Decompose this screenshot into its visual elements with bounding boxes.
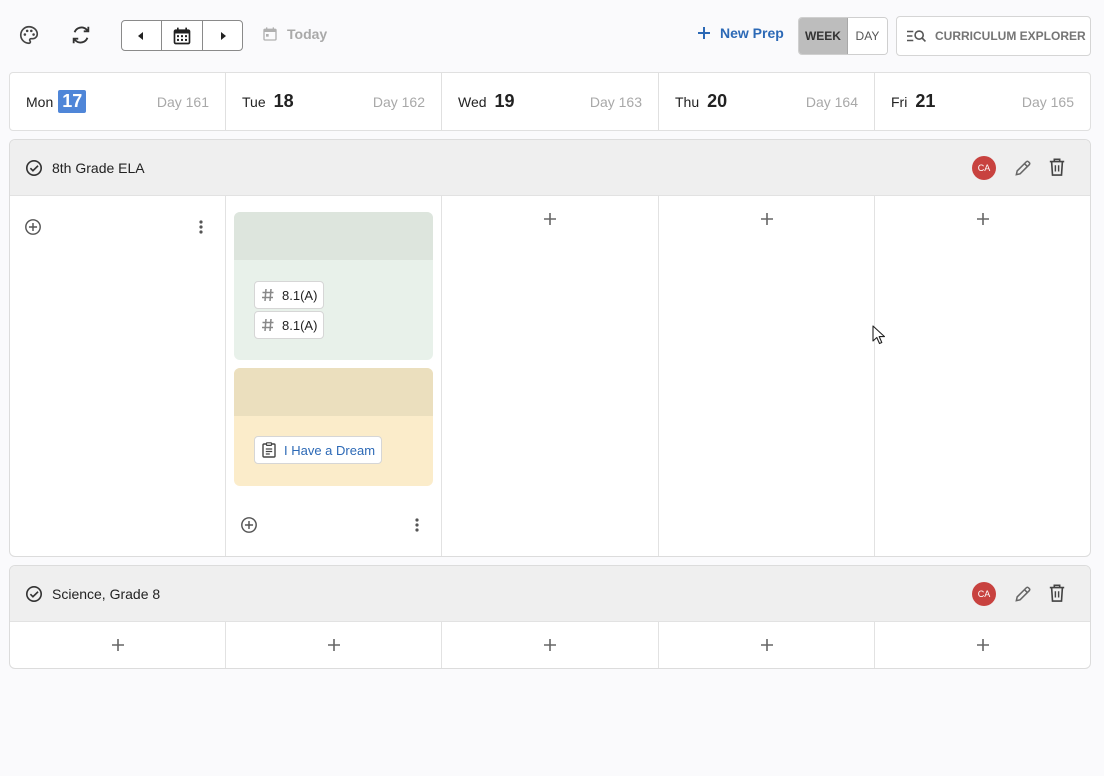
prep-header: 8th Grade ELA CA: [10, 140, 1090, 196]
previous-week-button[interactable]: [122, 21, 161, 50]
add-lesson-icon[interactable]: [760, 212, 774, 226]
prep-section: 8th Grade ELA CA 8.1(A) 8.1(A) I Have a …: [9, 139, 1091, 557]
caret-left-icon: [138, 31, 144, 40]
caret-right-icon: [220, 31, 226, 40]
edit-icon[interactable]: [1013, 584, 1033, 604]
resource-title: I Have a Dream: [284, 442, 376, 458]
day-name: Fri: [891, 93, 908, 110]
avatar[interactable]: CA: [972, 582, 996, 606]
calendar-today-icon: [263, 27, 277, 41]
edit-icon[interactable]: [1013, 158, 1033, 178]
add-lesson-icon[interactable]: [976, 212, 990, 226]
next-week-button[interactable]: [203, 21, 242, 50]
day-name: Wed: [458, 93, 487, 110]
standard-chip[interactable]: 8.1(A): [254, 311, 325, 339]
day-name: Thu: [675, 93, 700, 110]
trash-icon[interactable]: [1048, 583, 1066, 603]
day-name: Tue: [242, 93, 266, 110]
prep-title: 8th Grade ELA: [52, 159, 145, 176]
today-button[interactable]: Today: [262, 26, 327, 42]
day-number: 19: [494, 91, 515, 111]
plus-icon: [698, 27, 710, 39]
standard-code: 8.1(A): [282, 287, 318, 303]
avatar[interactable]: CA: [972, 156, 996, 180]
prep-section: Science, Grade 8 CA: [9, 565, 1091, 669]
prep-week-grid: [10, 622, 1090, 668]
resource-chip[interactable]: I Have a Dream: [254, 436, 383, 464]
today-label: Today: [287, 26, 328, 42]
day-number: 18: [273, 91, 294, 111]
day-cell-mon[interactable]: [10, 196, 226, 556]
new-prep-label: New Prep: [720, 25, 784, 41]
view-toggle: WEEK DAY: [798, 17, 888, 55]
day-column-header[interactable]: Fri 21 Day 165: [875, 73, 1090, 130]
week-view-button[interactable]: WEEK: [799, 18, 848, 54]
curriculum-explorer-button[interactable]: CURRICULUM EXPLORER: [896, 16, 1091, 56]
more-vertical-icon[interactable]: [414, 517, 420, 533]
day-cell-thu[interactable]: [659, 196, 875, 556]
day-number: 21: [915, 91, 936, 111]
list-search-icon: [907, 30, 927, 42]
day-column-header[interactable]: Tue 18 Day 162: [226, 73, 442, 130]
new-prep-button[interactable]: New Prep: [697, 25, 784, 41]
lesson-card[interactable]: 8.1(A) 8.1(A): [234, 212, 433, 360]
day-name: Mon: [26, 93, 54, 110]
day-cell-fri[interactable]: [875, 196, 1090, 556]
lesson-card[interactable]: I Have a Dream: [234, 368, 433, 486]
document-icon: [262, 442, 276, 458]
date-navigation: [121, 20, 243, 51]
day-cell-tue: 8.1(A) 8.1(A) I Have a Dream: [226, 196, 442, 556]
trash-icon[interactable]: [1048, 157, 1066, 177]
day-number-today: 17: [58, 90, 87, 113]
day-cell-tue[interactable]: [226, 622, 442, 668]
day-cell-wed[interactable]: [442, 196, 659, 556]
week-day-header: Mon 17 Day 161 Tue 18 Day 162 Wed 19 Day…: [9, 72, 1091, 131]
add-lesson-icon[interactable]: [543, 212, 557, 226]
day-cell-wed[interactable]: [442, 622, 659, 668]
mouse-cursor-icon: [872, 325, 886, 345]
school-day-count: Day 163: [589, 94, 642, 110]
standard-chip[interactable]: 8.1(A): [254, 281, 325, 309]
curriculum-explorer-label: CURRICULUM EXPLORER: [935, 29, 1086, 43]
lesson-card-header[interactable]: [234, 368, 433, 416]
more-vertical-icon[interactable]: [198, 219, 204, 235]
calendar-icon: [173, 27, 191, 44]
school-day-count: Day 161: [156, 94, 209, 110]
day-column-header[interactable]: Thu 20 Day 164: [659, 73, 875, 130]
day-number: 20: [707, 91, 728, 111]
add-lesson-icon[interactable]: [543, 638, 557, 652]
standard-code: 8.1(A): [282, 317, 318, 333]
add-lesson-icon[interactable]: [111, 638, 125, 652]
add-circle-icon[interactable]: [240, 516, 258, 534]
date-picker-button[interactable]: [160, 21, 204, 50]
prep-header: Science, Grade 8 CA: [10, 566, 1090, 622]
hashtag-icon: [262, 288, 274, 302]
add-circle-icon[interactable]: [24, 218, 42, 236]
school-day-count: Day 165: [1021, 94, 1074, 110]
day-cell-fri[interactable]: [875, 622, 1090, 668]
add-lesson-icon[interactable]: [976, 638, 990, 652]
prep-week-grid: 8.1(A) 8.1(A) I Have a Dream: [10, 196, 1090, 556]
palette-icon[interactable]: [15, 21, 43, 49]
day-view-button[interactable]: DAY: [847, 18, 887, 54]
hashtag-icon: [262, 318, 274, 332]
day-column-header[interactable]: Mon 17 Day 161: [10, 73, 226, 130]
add-lesson-icon[interactable]: [327, 638, 341, 652]
sync-icon[interactable]: [67, 21, 95, 49]
school-day-count: Day 164: [805, 94, 858, 110]
day-cell-thu[interactable]: [659, 622, 875, 668]
school-day-count: Day 162: [372, 94, 425, 110]
add-lesson-icon[interactable]: [760, 638, 774, 652]
prep-title: Science, Grade 8: [52, 585, 161, 602]
day-cell-mon[interactable]: [10, 622, 226, 668]
check-circle-icon[interactable]: [25, 159, 43, 177]
day-column-header[interactable]: Wed 19 Day 163: [442, 73, 659, 130]
check-circle-icon[interactable]: [25, 585, 43, 603]
lesson-card-header[interactable]: [234, 212, 433, 260]
